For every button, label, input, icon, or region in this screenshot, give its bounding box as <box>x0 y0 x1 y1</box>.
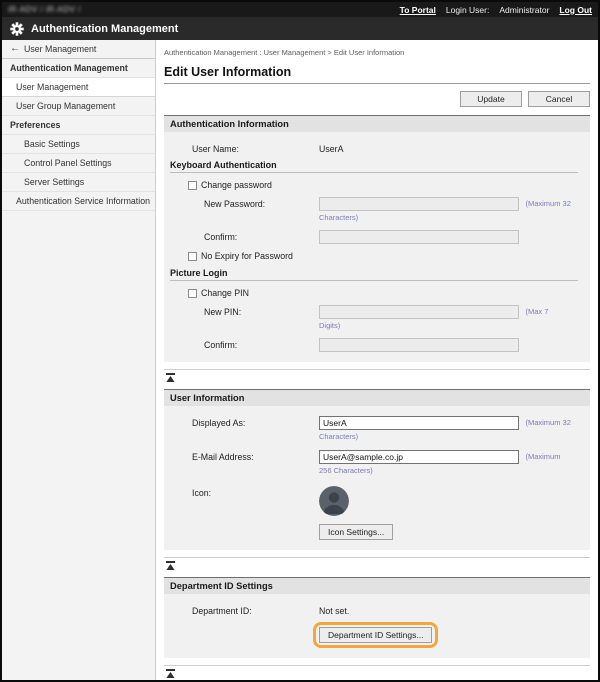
change-pin-label: Change PIN <box>201 288 249 298</box>
icon-settings-button[interactable]: Icon Settings... <box>319 524 393 540</box>
update-button[interactable]: Update <box>460 91 522 107</box>
no-expiry-checkbox[interactable] <box>188 252 197 261</box>
confirm-password-input <box>319 230 519 244</box>
log-out-link[interactable]: Log Out <box>559 5 592 15</box>
sidebar-item-label: Basic Settings <box>24 139 80 149</box>
auth-management-window: iR-ADV / iR-ADV / To Portal Login User: … <box>0 0 600 682</box>
sidebar-item-server-settings[interactable]: Server Settings <box>2 173 155 192</box>
user-avatar-icon <box>319 486 349 516</box>
scroll-to-top-icon[interactable] <box>166 373 175 382</box>
scroll-to-top-icon[interactable] <box>166 669 175 678</box>
change-password-checkbox[interactable] <box>188 181 197 190</box>
app-title: Authentication Management <box>31 23 178 35</box>
sidebar-item-label: Authentication Management <box>10 63 128 73</box>
cancel-button[interactable]: Cancel <box>528 91 590 107</box>
icon-label: Icon: <box>192 486 319 498</box>
new-password-input <box>319 197 519 211</box>
confirm-password-label: Confirm: <box>204 230 319 242</box>
section-header: User Information <box>164 389 590 406</box>
sidebar-header-preferences: Preferences <box>2 116 155 135</box>
no-expiry-label: No Expiry for Password <box>201 251 293 261</box>
device-name: iR-ADV / iR-ADV / <box>8 5 81 14</box>
sidebar-item-control-panel-settings[interactable]: Control Panel Settings <box>2 154 155 173</box>
sidebar-item-user-management[interactable]: User Management <box>2 78 155 97</box>
sidebar-item-label: User Management <box>16 82 88 92</box>
app-bar: Authentication Management <box>2 17 598 40</box>
sidebar-item-label: User Group Management <box>16 101 115 111</box>
sidebar-item-label: Server Settings <box>24 177 84 187</box>
sidebar-item-user-group-management[interactable]: User Group Management <box>2 97 155 116</box>
change-password-label: Change password <box>201 180 272 190</box>
section-divider <box>164 369 590 389</box>
section-user-information: User Information Displayed As: (Maximum … <box>164 389 590 549</box>
new-password-label: New Password: <box>204 197 319 209</box>
sidebar-item-authentication-service-information[interactable]: Authentication Service Information <box>2 192 155 211</box>
user-name-value: UserA <box>319 142 343 154</box>
new-pin-label: New PIN: <box>204 305 319 317</box>
section-header: Authentication Information <box>164 115 590 132</box>
breadcrumb: Authentication Management : User Managem… <box>164 48 590 57</box>
login-user-label: Login User: <box>446 5 489 15</box>
section-authentication-information: Authentication Information User Name: Us… <box>164 115 590 362</box>
user-name-label: User Name: <box>192 142 319 154</box>
displayed-as-label: Displayed As: <box>192 416 319 428</box>
email-address-label: E-Mail Address: <box>192 450 319 462</box>
section-divider <box>164 665 590 680</box>
displayed-as-input[interactable] <box>319 416 519 430</box>
sidebar-item-label: Control Panel Settings <box>24 158 112 168</box>
back-arrow-icon: ← <box>10 44 20 54</box>
page-title: Edit User Information <box>164 65 590 84</box>
sidebar-item-label: Authentication Service Information <box>16 196 150 206</box>
department-id-label: Department ID: <box>192 604 319 616</box>
new-pin-input <box>319 305 519 319</box>
sidebar-back-user-management[interactable]: ← User Management <box>2 40 155 59</box>
login-user-value: Administrator <box>499 5 549 15</box>
sidebar-item-basic-settings[interactable]: Basic Settings <box>2 135 155 154</box>
sidebar-item-label: User Management <box>24 44 96 54</box>
department-id-settings-button[interactable]: Department ID Settings... <box>319 627 432 643</box>
to-portal-link[interactable]: To Portal <box>400 5 436 15</box>
highlight-annotation: Department ID Settings... <box>313 622 438 648</box>
change-pin-checkbox[interactable] <box>188 289 197 298</box>
sidebar-item-label: Preferences <box>10 120 60 130</box>
department-id-value: Not set. <box>319 604 349 616</box>
gear-icon <box>10 22 24 36</box>
top-bar: iR-ADV / iR-ADV / To Portal Login User: … <box>2 2 598 17</box>
confirm-pin-label: Confirm: <box>204 338 319 350</box>
main-content: Authentication Management : User Managem… <box>156 40 598 680</box>
sidebar-header-authentication-management: Authentication Management <box>2 59 155 78</box>
confirm-pin-input <box>319 338 519 352</box>
section-department-id-settings: Department ID Settings Department ID: No… <box>164 577 590 658</box>
section-header: Department ID Settings <box>164 577 590 594</box>
scroll-to-top-icon[interactable] <box>166 561 175 570</box>
email-address-input[interactable] <box>319 450 519 464</box>
picture-login-header: Picture Login <box>170 268 578 281</box>
section-divider <box>164 557 590 577</box>
sidebar: ← User Management Authentication Managem… <box>2 40 156 680</box>
keyboard-authentication-header: Keyboard Authentication <box>170 160 578 173</box>
